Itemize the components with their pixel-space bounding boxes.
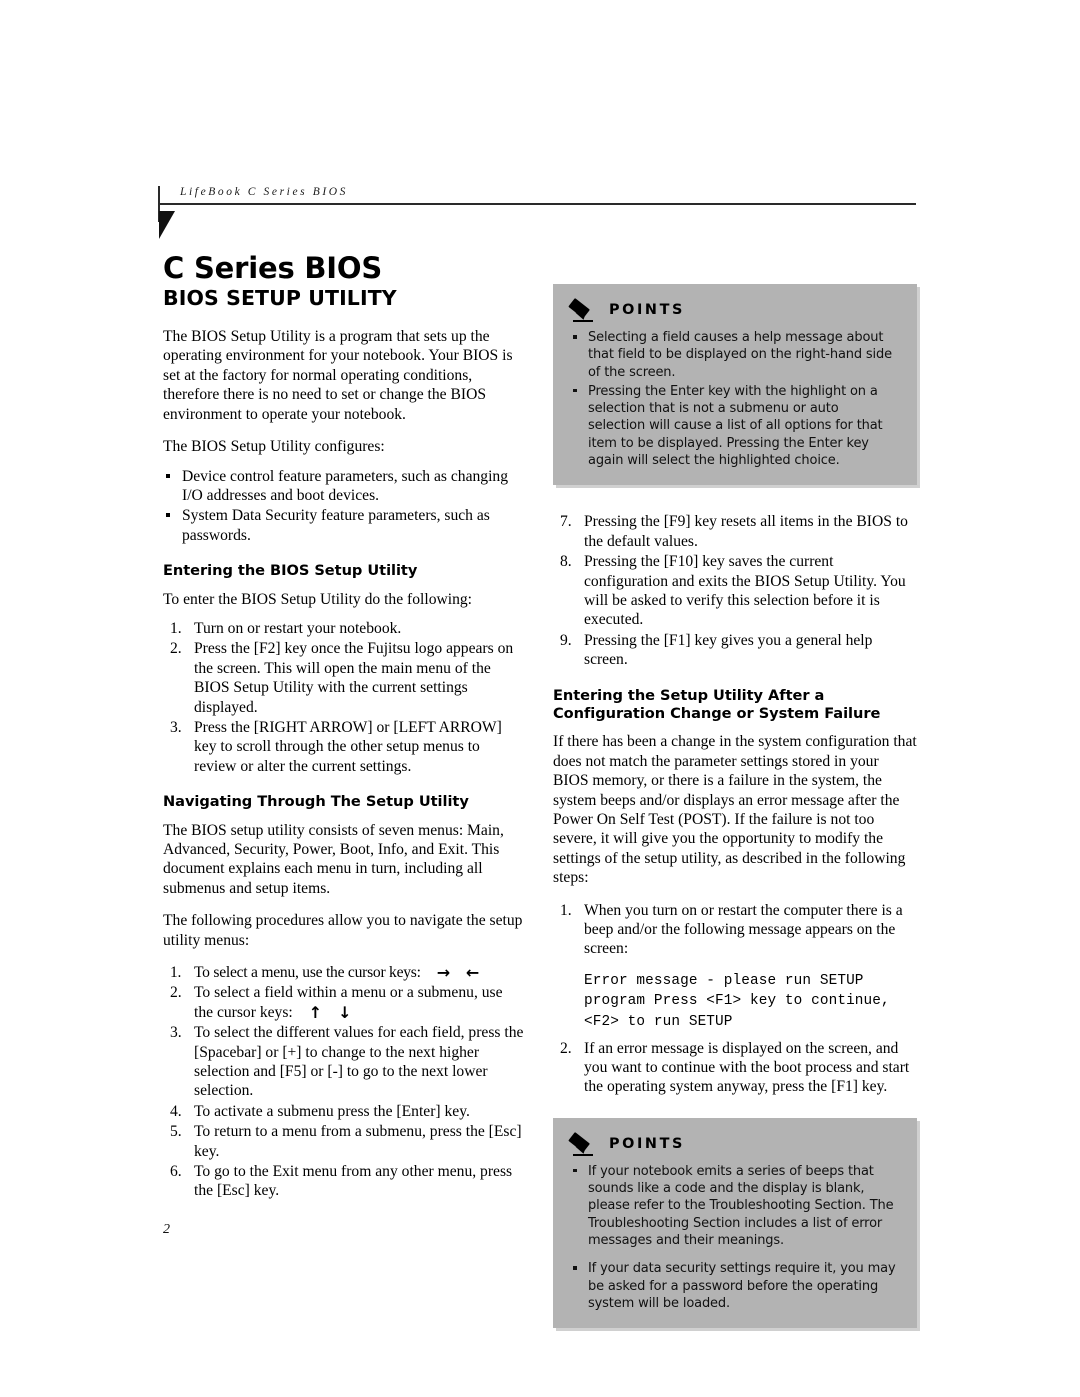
points-box-header: POINTS <box>568 1131 899 1157</box>
list-item: Device control feature parameters, such … <box>163 467 525 506</box>
entering-steps-list: Turn on or restart your notebook. Press … <box>163 619 525 776</box>
points-list: If your notebook emits a series of beeps… <box>569 1163 899 1312</box>
list-item: Pressing the [F9] key resets all items i… <box>560 512 908 550</box>
document-page: LifeBook C Series BIOS C Series BIOS BIO… <box>0 0 1080 1397</box>
list-item: Turn on or restart your notebook. <box>170 619 402 639</box>
points-title: POINTS <box>609 302 685 318</box>
points-box-header: POINTS <box>568 297 899 323</box>
list-item: System Data Security feature parameters,… <box>163 506 525 545</box>
list-item: Pressing the Enter key with the highligh… <box>569 383 899 469</box>
left-column: C Series BIOS BIOS SETUP UTILITY The BIO… <box>163 252 525 1213</box>
failure-steps-list-continued: If an error message is displayed on the … <box>553 1039 917 1097</box>
list-item: Press the [F2] key once the Fujitsu logo… <box>170 639 514 716</box>
section-heading-navigating: Navigating Through The Setup Utility <box>163 793 469 811</box>
page-number: 2 <box>163 1222 170 1237</box>
list-item: If your notebook emits a series of beeps… <box>569 1163 899 1249</box>
config-bullet-list: Device control feature parameters, such … <box>163 467 525 546</box>
running-header: LifeBook C Series BIOS <box>158 186 916 239</box>
list-item: To select a field within a menu or a sub… <box>170 983 503 1022</box>
navigating-paragraph-1: The BIOS setup utility consists of seven… <box>163 821 504 897</box>
navigating-steps-continued-list: Pressing the [F9] key resets all items i… <box>553 512 917 669</box>
pencil-icon <box>568 1131 603 1157</box>
points-box-top: POINTS Selecting a field causes a help m… <box>553 284 917 486</box>
failure-steps-list: When you turn on or restart the computer… <box>553 901 917 959</box>
entering-lead-paragraph: To enter the BIOS Setup Utility do the f… <box>163 590 473 608</box>
header-triangle-marker-icon <box>159 211 175 239</box>
list-item: To activate a submenu press the [Enter] … <box>170 1102 470 1122</box>
intro-paragraph-2: The BIOS Setup Utility configures: <box>163 438 385 456</box>
failure-paragraph: If there has been a change in the system… <box>553 733 917 887</box>
list-item: To select a menu, use the cursor keys: → ← <box>170 962 480 983</box>
list-item: Pressing the [F10] key saves the current… <box>560 552 906 629</box>
navigating-steps-list: To select a menu, use the cursor keys: → ←… <box>163 963 525 1201</box>
intro-paragraph-1: The BIOS Setup Utility is a program that… <box>163 328 513 423</box>
section-heading-failure: Entering the Setup Utility After a Confi… <box>553 686 881 722</box>
list-item: If your data security settings require i… <box>569 1260 899 1312</box>
list-item: Selecting a field causes a help message … <box>569 329 899 381</box>
page-subtitle: BIOS SETUP UTILITY <box>163 286 397 311</box>
points-box-bottom: POINTS If your notebook emits a series o… <box>553 1117 917 1329</box>
header-rule <box>158 203 916 205</box>
page-title: C Series BIOS <box>163 251 383 285</box>
list-item: When you turn on or restart the computer… <box>560 901 903 958</box>
nav-step-1-text: To select a menu, use the cursor keys: <box>194 963 421 981</box>
list-item: If an error message is displayed on the … <box>560 1039 910 1096</box>
points-title: POINTS <box>609 1135 685 1152</box>
navigating-paragraph-2: The following procedures allow you to na… <box>163 912 523 949</box>
section-heading-entering-bios: Entering the BIOS Setup Utility <box>163 562 418 580</box>
points-list: Selecting a field causes a help message … <box>569 329 899 469</box>
error-message-code-block: Error message - please run SETUP program… <box>584 972 890 1031</box>
list-item: Press the [RIGHT ARROW] or [LEFT ARROW] … <box>170 718 502 775</box>
right-column: POINTS Selecting a field causes a help m… <box>553 284 917 1329</box>
list-item: To go to the Exit menu from any other me… <box>170 1162 513 1200</box>
pencil-icon <box>568 297 603 323</box>
running-head-text: LifeBook C Series BIOS <box>180 186 349 198</box>
list-item: Pressing the [F1] key gives you a genera… <box>560 631 873 669</box>
list-item: To select the different values for each … <box>170 1023 524 1100</box>
list-item: To return to a menu from a submenu, pres… <box>170 1122 522 1160</box>
